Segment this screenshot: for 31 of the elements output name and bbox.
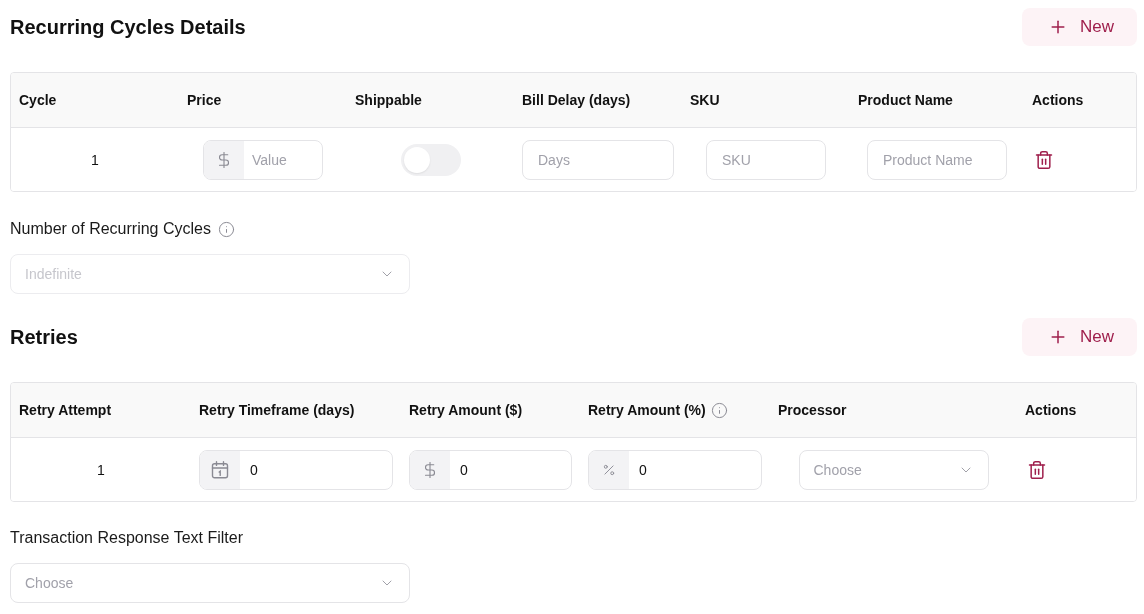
- column-header: Product Name: [858, 92, 953, 108]
- section-title: Retries: [10, 325, 78, 349]
- delete-button[interactable]: [1027, 459, 1047, 480]
- field-label: Transaction Response Text Filter: [10, 529, 243, 547]
- column-header: Price: [187, 92, 222, 108]
- table-cell: 1: [97, 461, 105, 478]
- percent-icon: [602, 462, 616, 477]
- trash-icon: [1027, 459, 1047, 480]
- field-label: Number of Recurring Cycles: [10, 220, 211, 238]
- delete-button[interactable]: [1034, 149, 1054, 170]
- column-header: Processor: [778, 402, 847, 418]
- column-header: Actions: [1025, 402, 1077, 418]
- new-button[interactable]: New: [1022, 318, 1137, 356]
- toggle-switch[interactable]: [400, 143, 461, 176]
- column-header: Actions: [1032, 92, 1084, 108]
- trash-icon: [1034, 149, 1054, 170]
- new-button[interactable]: New: [1022, 8, 1137, 46]
- column-header: Retry Amount (%): [588, 402, 706, 418]
- text-input[interactable]: SKU: [706, 139, 826, 180]
- column-header: Bill Delay (days): [522, 92, 631, 108]
- column-header: Retry Attempt: [19, 402, 112, 418]
- text-input[interactable]: Days: [522, 139, 674, 180]
- table-cell: 1: [91, 151, 99, 168]
- column-header: Cycle: [19, 92, 57, 108]
- text-input[interactable]: Product Name: [867, 139, 1007, 180]
- calendar-icon: [211, 460, 229, 479]
- column-header: Retry Amount ($): [409, 402, 523, 418]
- column-header: SKU: [690, 92, 720, 108]
- section-title: Recurring Cycles Details: [10, 15, 246, 39]
- column-header: Retry Timeframe (days): [199, 402, 355, 418]
- column-header: Shippable: [355, 92, 422, 108]
